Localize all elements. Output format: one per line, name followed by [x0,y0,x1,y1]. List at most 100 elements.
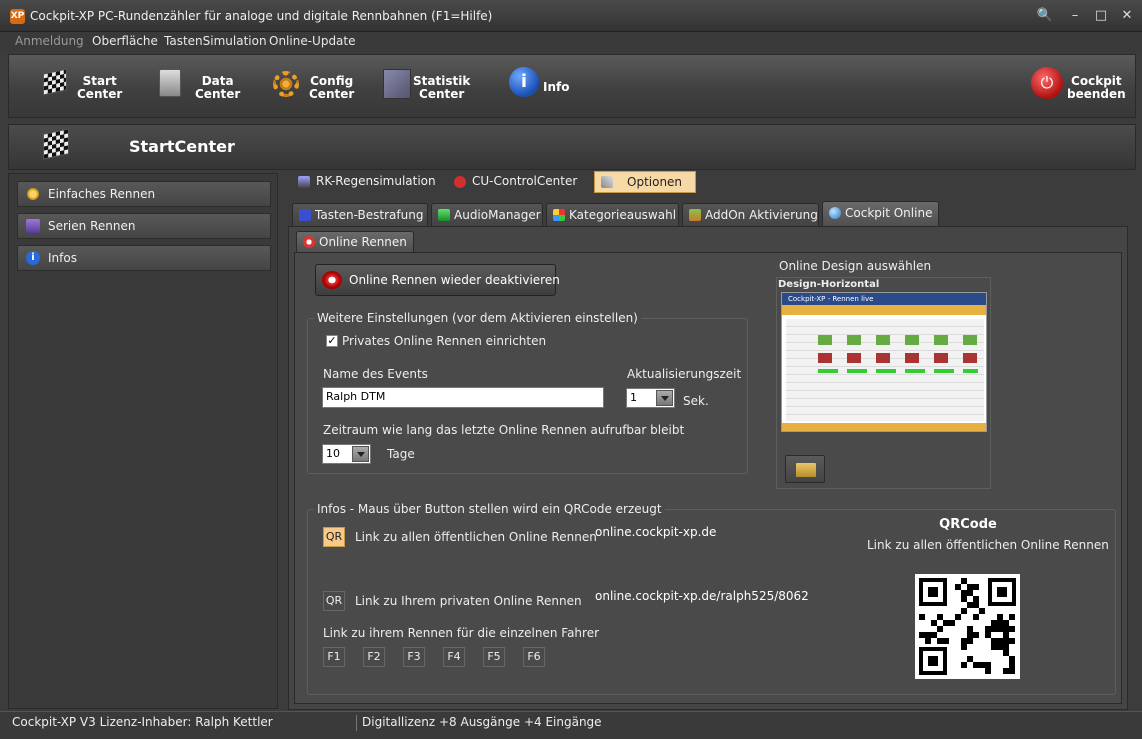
sidebar-label: Infos [48,251,77,265]
statistik-center-button[interactable]: Statistik Center [381,65,481,109]
event-name-input[interactable]: Ralph DTM [322,387,604,408]
event-name-label: Name des Events [323,367,428,381]
qr-module [973,614,979,620]
open-folder-button[interactable] [785,455,825,483]
search-icon[interactable]: 🔍 [1034,6,1056,26]
period-unit: Tage [387,447,415,461]
data-label-2: Center [195,87,241,101]
status-bar: Cockpit-XP V3 Lizenz-Inhaber: Ralph Kett… [0,711,1142,739]
chevron-down-icon[interactable] [352,446,369,462]
sidebar: Einfaches Rennen Serien Rennen i Infos [8,173,278,709]
preview-footer [782,423,986,431]
qr-private-button[interactable]: QR [323,591,345,611]
config-label-2: Center [309,87,355,101]
menu-oberflaeche[interactable]: Oberfläche [92,34,158,48]
tab-label: AudioManager [454,208,541,222]
update-interval-unit: Sek. [683,394,709,408]
info-label: Info [543,80,570,94]
qrcode-subtitle: Link zu allen öffentlichen Online Rennen [867,538,1109,552]
update-interval-select[interactable]: 1 [626,388,675,408]
driver-f1-button[interactable]: F1 [323,647,345,667]
minimize-icon[interactable]: – [1064,6,1086,26]
tools-icon [601,176,613,188]
startcenter-header: StartCenter [8,124,1136,170]
qr-module [973,584,979,590]
main-toolbar: Start Center Data Center Config Center S… [8,54,1136,118]
period-select[interactable]: 10 [322,444,371,464]
qr-module [1009,626,1015,632]
qr-module [955,614,961,620]
info-icon: i [26,251,40,265]
qr-module [919,614,925,620]
qr-module [1009,638,1015,644]
period-label: Zeitraum wie lang das letzte Online Renn… [323,423,685,437]
tab-tasten-bestrafung[interactable]: Tasten-Bestrafung [292,203,428,227]
sidebar-item-einfaches-rennen[interactable]: Einfaches Rennen [17,181,271,207]
qr-module [973,632,979,638]
qr-module [961,662,967,668]
maximize-icon[interactable]: □ [1090,6,1112,26]
driver-f6-button[interactable]: F6 [523,647,545,667]
driver-f2-button[interactable]: F2 [363,647,385,667]
tab-online-rennen[interactable]: Online Rennen [296,231,414,253]
window-title: Cockpit-XP PC-Rundenzähler für analoge u… [30,9,493,23]
driver-f4-button[interactable]: F4 [443,647,465,667]
close-icon[interactable]: ✕ [1116,6,1138,26]
tab-label: CU-ControlCenter [472,174,578,188]
tab-audiomanager[interactable]: AudioManager [431,203,543,227]
start-center-button[interactable]: Start Center [39,65,139,109]
info-button[interactable]: i Info [507,65,587,109]
chevron-down-icon[interactable] [656,390,673,406]
design-title: Online Design auswählen [779,259,932,273]
tab-cu-controlcenter[interactable]: CU-ControlCenter [448,171,586,193]
driver-f5-button[interactable]: F5 [483,647,505,667]
exit-button[interactable]: ⏻ Cockpit beenden [1029,65,1133,109]
title-bar: XP Cockpit-XP PC-Rundenzähler für analog… [0,0,1142,32]
public-link-label: Link zu allen öffentlichen Online Rennen [355,530,597,544]
qr-public-button[interactable]: QR [323,527,345,547]
qr-module [943,638,949,644]
private-checkbox[interactable]: ✓ [326,335,338,347]
qr-module [937,626,943,632]
sidebar-item-infos[interactable]: i Infos [17,245,271,271]
tab-label: RK-Regensimulation [316,174,436,188]
license-status: Cockpit-XP V3 Lizenz-Inhaber: Ralph Kett… [12,715,273,729]
qrcode-image [915,574,1020,679]
tab-label: Kategorieauswahl [569,208,677,222]
info-icon: i [509,67,539,97]
deactivate-label: Online Rennen wieder deaktivieren [349,273,560,287]
preview-header [782,305,986,315]
sidebar-item-serien-rennen[interactable]: Serien Rennen [17,213,271,239]
power-icon: ⏻ [1031,67,1063,99]
online-race-icon [303,236,315,248]
menu-tastensimulation[interactable]: TastenSimulation [164,34,267,48]
tab-kategorieauswahl[interactable]: Kategorieauswahl [546,203,679,227]
config-center-button[interactable]: Config Center [269,65,369,109]
qr-module [1009,668,1015,674]
menu-online-update[interactable]: Online-Update [269,34,356,48]
tab-cockpit-online[interactable]: Cockpit Online [822,201,939,227]
preview-title: Cockpit-XP - Rennen live [782,293,986,305]
qr-module [1009,614,1015,620]
rain-icon [298,176,310,188]
sidebar-label: Serien Rennen [48,219,136,233]
qr-finder-top-right [988,578,1016,606]
chart-icon [383,69,411,99]
driver-f3-button[interactable]: F3 [403,647,425,667]
globe-icon [829,207,841,219]
tab-rk-regensimulation[interactable]: RK-Regensimulation [292,171,438,193]
tab-addon-aktivierung[interactable]: AddOn Aktivierung [682,203,819,227]
menu-bar: Anmeldung Oberfläche TastenSimulation On… [0,32,1142,52]
data-center-button[interactable]: Data Center [155,65,255,109]
public-url[interactable]: online.cockpit-xp.de [595,525,716,539]
update-interval-label: Aktualisierungszeit [627,367,742,381]
design-preview[interactable]: Cockpit-XP - Rennen live [781,292,987,432]
sparkle-icon [26,187,40,201]
start-label-2: Center [77,87,123,101]
private-checkbox-label: Privates Online Rennen einrichten [342,334,547,348]
private-url[interactable]: online.cockpit-xp.de/ralph525/8062 [595,589,809,603]
deactivate-online-button[interactable]: Online Rennen wieder deaktivieren [315,264,560,296]
tab-optionen[interactable]: Optionen [594,171,696,193]
exit-label-2: beenden [1067,87,1126,101]
menu-anmeldung[interactable]: Anmeldung [15,34,84,48]
